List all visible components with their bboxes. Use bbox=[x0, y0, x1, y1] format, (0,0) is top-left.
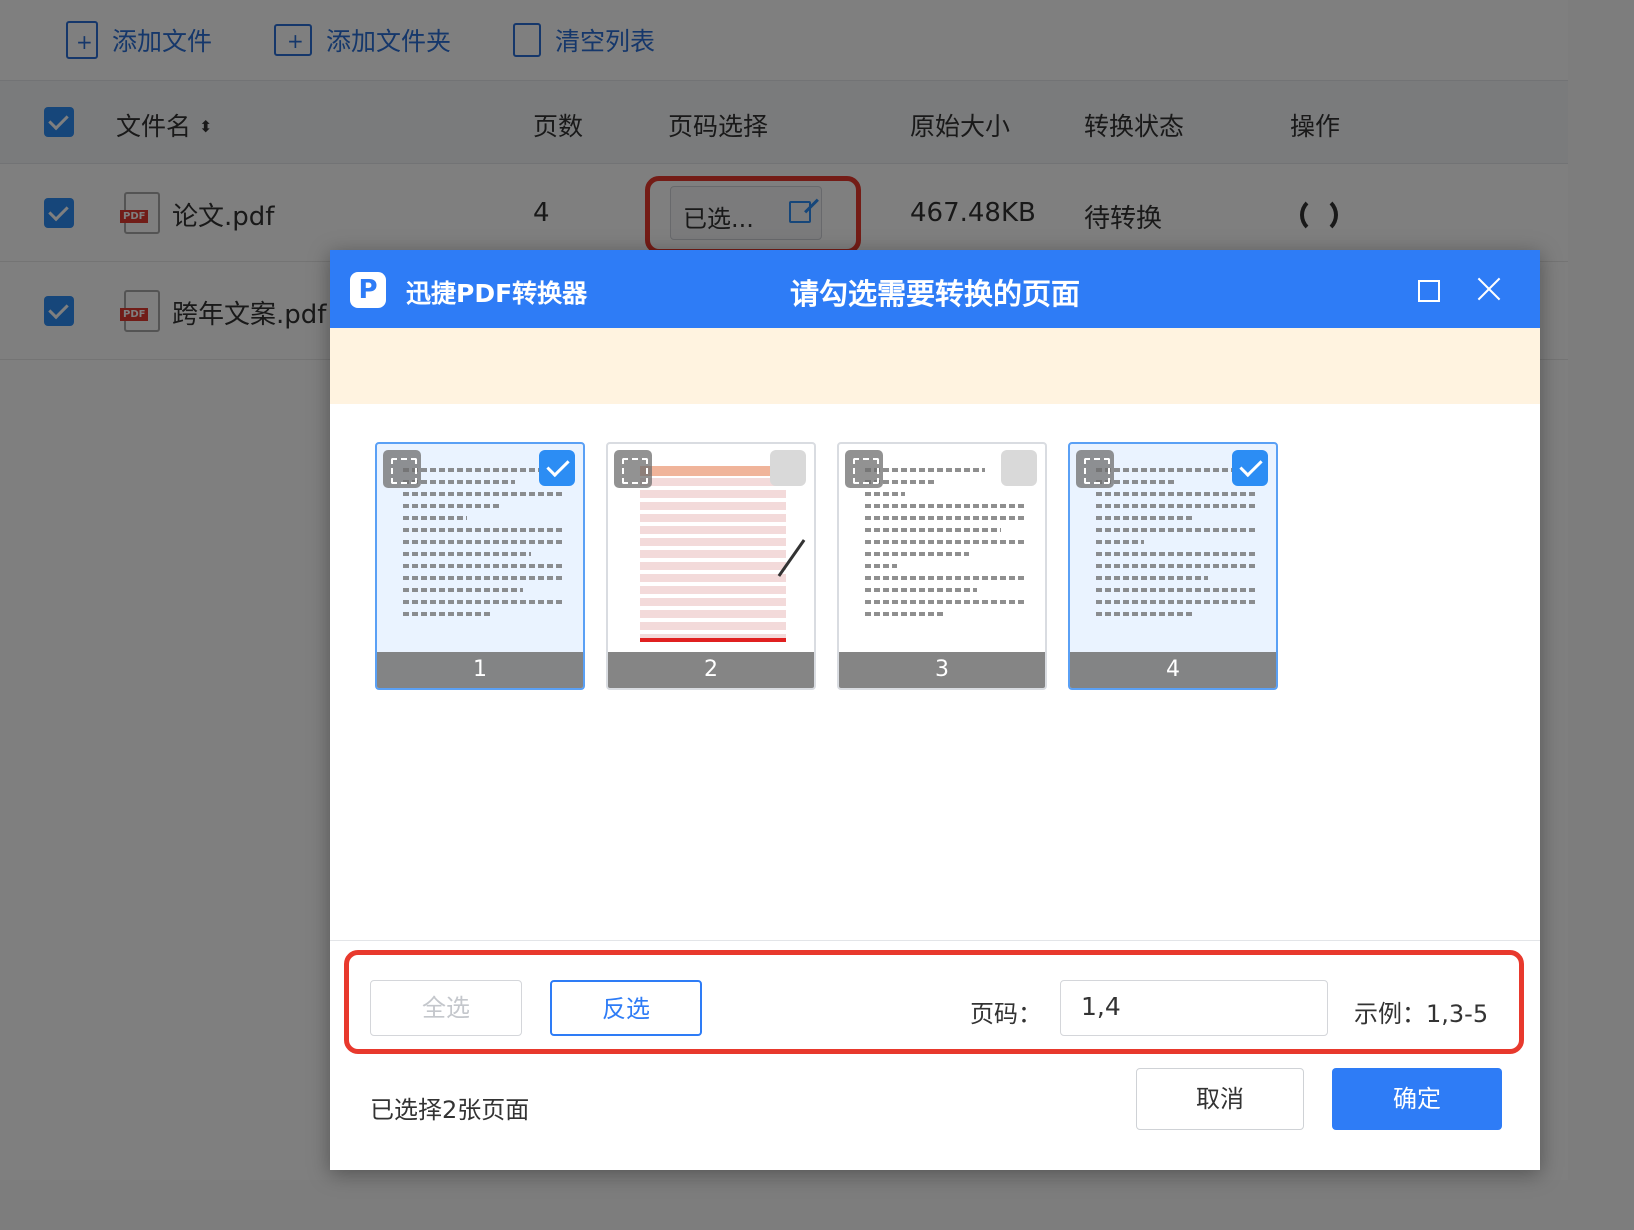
page-thumbnail[interactable]: 4 bbox=[1068, 442, 1278, 690]
divider bbox=[330, 940, 1540, 941]
page-thumbnail[interactable]: 1 bbox=[375, 442, 585, 690]
expand-icon[interactable] bbox=[845, 450, 883, 488]
page-check-icon[interactable] bbox=[1232, 450, 1268, 486]
dialog-title: 请勾选需要转换的页面 bbox=[789, 277, 1080, 311]
page-check-icon[interactable] bbox=[770, 450, 806, 486]
page-preview bbox=[403, 468, 563, 648]
page-check-icon[interactable] bbox=[539, 450, 575, 486]
page-number: 2 bbox=[608, 652, 814, 688]
expand-icon[interactable] bbox=[383, 450, 421, 488]
page-range-label: 页码： bbox=[970, 1000, 1042, 1028]
expand-icon[interactable] bbox=[614, 450, 652, 488]
confirm-button[interactable]: 确定 bbox=[1332, 1068, 1502, 1130]
page-range-example: 示例：1,3-5 bbox=[1354, 1000, 1489, 1028]
select-all-button[interactable]: 全选 bbox=[370, 980, 522, 1036]
page-number: 3 bbox=[839, 652, 1045, 688]
page-preview bbox=[865, 468, 1025, 648]
maximize-icon[interactable] bbox=[1418, 280, 1440, 302]
page-preview bbox=[640, 466, 786, 646]
page-preview bbox=[1096, 468, 1256, 648]
page-thumbnails: 1 2 3 4 bbox=[375, 442, 1495, 692]
expand-icon[interactable] bbox=[1076, 450, 1114, 488]
invert-selection-button[interactable]: 反选 bbox=[550, 980, 702, 1036]
page-select-dialog: P 迅捷PDF转换器 请勾选需要转换的页面 1 2 3 4 全选 反选 页码： … bbox=[330, 250, 1540, 1170]
close-icon[interactable] bbox=[1474, 274, 1504, 304]
page-check-icon[interactable] bbox=[1001, 450, 1037, 486]
page-range-input[interactable]: 1,4 bbox=[1060, 980, 1328, 1036]
page-number: 1 bbox=[377, 652, 583, 688]
cancel-button[interactable]: 取消 bbox=[1136, 1068, 1304, 1130]
page-thumbnail[interactable]: 3 bbox=[837, 442, 1047, 690]
page-thumbnail[interactable]: 2 bbox=[606, 442, 816, 690]
selected-count: 已选择2张页面 bbox=[370, 1096, 530, 1124]
dialog-header: P 迅捷PDF转换器 请勾选需要转换的页面 bbox=[330, 250, 1540, 328]
page-number: 4 bbox=[1070, 652, 1276, 688]
notice-bar bbox=[330, 328, 1540, 404]
